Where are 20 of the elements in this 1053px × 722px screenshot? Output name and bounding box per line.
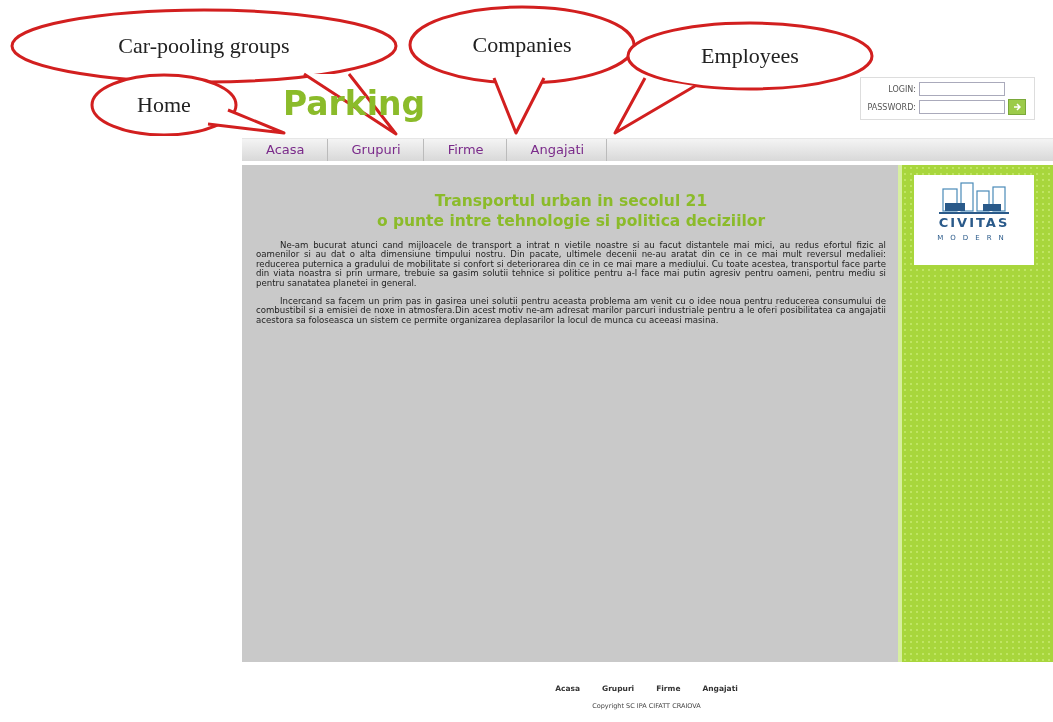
- logo-name: CIVITAS: [938, 215, 1010, 230]
- callout-label: Car-pooling groups: [118, 33, 290, 59]
- article-paragraph: Incercand sa facem un prim pas in gasirea unei solutii pentru aceasta problema am venit cu o idee noua pentru reducerea consumului de combustibil si a emisiei de noxe in atmosfera.Din acest motiv ne-am adresat marilor parcuri industriale pentru a le oferi posibilitatea ca angajatii acestora sa foloseasca un sistem ce permite organizarea deplasarilor la locul de munca cu aceeasi masina.: [256, 297, 886, 326]
- login-field[interactable]: [919, 82, 1005, 96]
- article-paragraph: Ne-am bucurat atunci cand mijloacele de transport a intrat n vietile noastre si au facut distantele mai mici, au redus efortul fizic al oamenilor si au dat o alta dimensiune timpului nostru. Din pacate, ultimele decenii ne-au aratat din ce in ce mai mult reversul medaliei: reducerea puternica a gradului de mobilitate si confort si deteriorarea din ce in ce mai mare a mediului. Cu toate acestea, transportul face parte din viata noastra si prin urmare, trebuie sa gasim solutii tehnice si politice pentru a-l face mai putin agresiv pentru oameni, pentru mediu si pentru sanatatea planetei in general.: [256, 241, 886, 289]
- callout-label: Home: [137, 92, 191, 118]
- login-label: LOGIN:: [887, 84, 916, 94]
- callout-label: Employees: [701, 43, 799, 69]
- city-skyline-icon: [939, 181, 1009, 215]
- arrow-icon: [1013, 103, 1021, 111]
- callout-label: Companies: [472, 32, 572, 58]
- submit-button[interactable]: [1008, 99, 1026, 115]
- nav-tab[interactable]: Firme: [423, 139, 507, 161]
- nav-tab[interactable]: Angajati: [506, 139, 608, 161]
- article-heading: Transportul urban in secolul 21: [433, 191, 709, 211]
- nav-tab[interactable]: Grupuri: [327, 139, 424, 161]
- article-heading: o punte intre tehnologie si politica deciziilor: [375, 211, 767, 231]
- password-field[interactable]: [919, 100, 1005, 114]
- password-label: PASSWORD:: [867, 102, 916, 112]
- nav-tab[interactable]: Acasa: [242, 139, 328, 161]
